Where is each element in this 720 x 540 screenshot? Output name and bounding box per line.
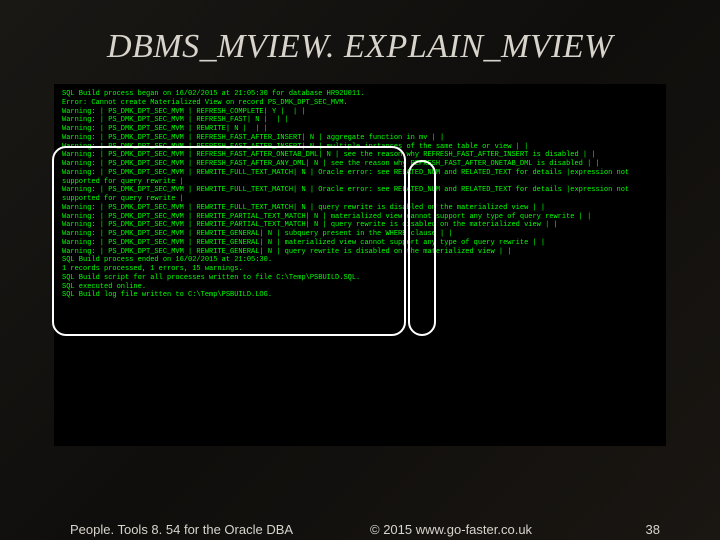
terminal-line: Warning: | PS_DMK_DPT_SEC_MVM | REWRITE_… — [62, 186, 658, 204]
terminal-line: Warning: | PS_DMK_DPT_SEC_MVM | REWRITE_… — [62, 239, 658, 248]
terminal-line: Warning: | PS_DMK_DPT_SEC_MVM | REFRESH_… — [62, 108, 658, 117]
terminal-line: Warning: | PS_DMK_DPT_SEC_MVM | REFRESH_… — [62, 151, 658, 160]
terminal-line: SQL Build process ended on 16/02/2015 at… — [62, 256, 658, 265]
terminal-line: Warning: | PS_DMK_DPT_SEC_MVM | REWRITE_… — [62, 221, 658, 230]
terminal-line: Error: Cannot create Materialized View o… — [62, 99, 658, 108]
terminal-line: Warning: | PS_DMK_DPT_SEC_MVM | REWRITE|… — [62, 125, 658, 134]
terminal-line: SQL Build log file written to C:\Temp\PS… — [62, 291, 658, 300]
terminal-line: Warning: | PS_DMK_DPT_SEC_MVM | REWRITE_… — [62, 230, 658, 239]
terminal-line: Warning: | PS_DMK_DPT_SEC_MVM | REWRITE_… — [62, 248, 658, 257]
terminal-line: SQL executed online. — [62, 283, 658, 292]
terminal-line: Warning: | PS_DMK_DPT_SEC_MVM | REWRITE_… — [62, 204, 658, 213]
terminal-line: Warning: | PS_DMK_DPT_SEC_MVM | REFRESH_… — [62, 116, 658, 125]
terminal-line: SQL Build script for all processes writt… — [62, 274, 658, 283]
terminal-line: Warning: | PS_DMK_DPT_SEC_MVM | REFRESH_… — [62, 134, 658, 143]
terminal-line: 1 records processed, 1 errors, 15 warnin… — [62, 265, 658, 274]
terminal-output: SQL Build process began on 16/02/2015 at… — [54, 84, 666, 446]
terminal-line: Warning: | PS_DMK_DPT_SEC_MVM | REFRESH_… — [62, 143, 658, 152]
terminal-line: Warning: | PS_DMK_DPT_SEC_MVM | REWRITE_… — [62, 213, 658, 222]
footer-right: 38 — [646, 522, 660, 537]
footer-left: People. Tools 8. 54 for the Oracle DBA — [70, 522, 293, 537]
footer-center: © 2015 www.go-faster.co.uk — [370, 522, 532, 537]
slide-title: DBMS_MVIEW. EXPLAIN_MVIEW — [0, 0, 720, 78]
terminal-line: Warning: | PS_DMK_DPT_SEC_MVM | REWRITE_… — [62, 169, 658, 187]
terminal-line: Warning: | PS_DMK_DPT_SEC_MVM | REFRESH_… — [62, 160, 658, 169]
terminal-line: SQL Build process began on 16/02/2015 at… — [62, 90, 658, 99]
